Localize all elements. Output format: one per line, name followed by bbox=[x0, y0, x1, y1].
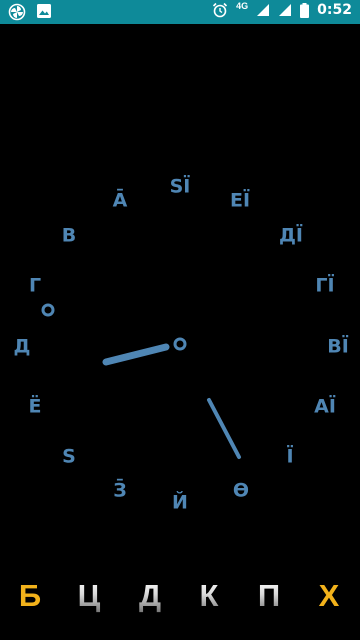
hour-mark: Ѕ bbox=[62, 445, 76, 468]
hour-mark: В bbox=[61, 224, 77, 247]
hour-mark: ЅЇ bbox=[169, 175, 191, 198]
second-hand-dot bbox=[41, 303, 55, 317]
signal-icon bbox=[256, 3, 270, 17]
hour-mark: Ѳ bbox=[232, 479, 250, 502]
letter-button[interactable]: Д bbox=[139, 578, 161, 614]
letter-button[interactable]: Х bbox=[319, 578, 340, 614]
network-type-label: 4G bbox=[236, 0, 249, 11]
hour-mark: ВЇ bbox=[327, 335, 349, 358]
signal-icon bbox=[278, 3, 292, 17]
hour-mark: Ё bbox=[28, 395, 42, 418]
letter-button[interactable]: Ц bbox=[78, 578, 101, 614]
hour-mark: АЇ bbox=[314, 395, 336, 418]
hour-mark: ДЇ bbox=[279, 224, 303, 247]
status-time: 0:52 bbox=[317, 2, 352, 18]
hour-mark: Й bbox=[172, 491, 188, 514]
letter-button[interactable]: Б bbox=[19, 578, 41, 614]
image-icon bbox=[36, 3, 52, 21]
hour-hand bbox=[102, 343, 170, 366]
hour-mark: Ї bbox=[286, 445, 294, 468]
clock-hands bbox=[41, 303, 241, 459]
hour-mark: Д bbox=[13, 335, 31, 358]
hour-mark: А̄ bbox=[112, 189, 128, 212]
hour-mark: З̄ bbox=[113, 479, 127, 502]
alarm-icon bbox=[212, 2, 228, 18]
hour-mark: Г bbox=[28, 274, 42, 297]
battery-icon bbox=[300, 2, 310, 18]
hour-mark: ГЇ bbox=[315, 274, 335, 297]
letter-button[interactable]: П bbox=[258, 578, 280, 614]
pinwheel-icon bbox=[8, 3, 26, 21]
minute-hand bbox=[207, 398, 241, 459]
hour-mark: ЕЇ bbox=[229, 189, 251, 212]
center-pivot bbox=[173, 337, 187, 351]
bottom-letter-bar: Б Ц Д К П Х bbox=[0, 578, 360, 622]
status-bar: 4G 0:52 bbox=[0, 0, 360, 24]
letter-button[interactable]: К bbox=[200, 578, 219, 614]
clock-face: ЅЇ ЕЇ ДЇ ГЇ ВЇ АЇ Ї Ѳ Й З̄ Ѕ Ё Д Г В А̄ bbox=[0, 24, 360, 564]
